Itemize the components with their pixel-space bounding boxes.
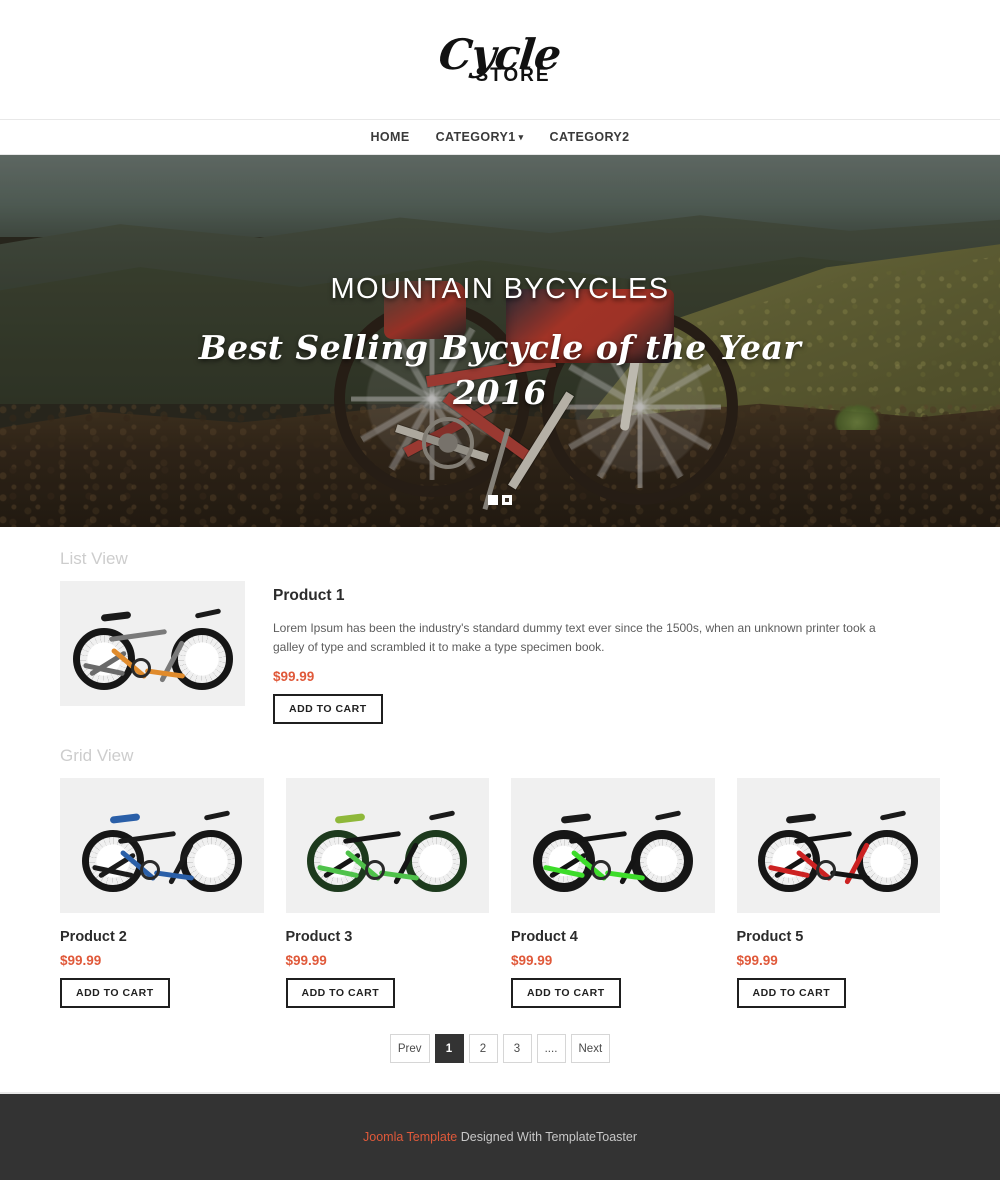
wheel-front-icon (170, 627, 233, 690)
handlebar-icon (194, 607, 221, 619)
pagination-next-button[interactable]: Next (570, 1034, 611, 1064)
product-4-title: Product 4 (511, 929, 578, 946)
crankset-icon (139, 859, 160, 880)
saddle-icon (100, 610, 131, 622)
site-footer: Joomla Template Designed With TemplateTo… (0, 1092, 1000, 1180)
saddle-icon (560, 813, 592, 824)
product-4-price: $99.99 (511, 953, 553, 969)
handlebar-icon (654, 810, 681, 821)
product-2-image[interactable] (60, 778, 264, 914)
saddle-icon (785, 813, 817, 824)
pagination-page-2[interactable]: 2 (468, 1034, 498, 1064)
hero-slide-indicator-2[interactable] (502, 495, 512, 505)
wheel-front-icon (405, 829, 468, 892)
bicycle-graphic-product-1 (71, 596, 235, 692)
nav-item-home-label: HOME (370, 130, 410, 144)
product-1-image[interactable] (60, 581, 245, 706)
pagination-page-3[interactable]: 3 (502, 1034, 532, 1064)
product-5-image[interactable] (736, 778, 940, 914)
crankset-icon (130, 657, 151, 678)
nav-item-home[interactable]: HOME (370, 130, 409, 144)
pagination-page-1[interactable]: 1 (434, 1034, 464, 1064)
bicycle-graphic-product-3 (305, 798, 469, 894)
product-3-title: Product 3 (285, 929, 353, 946)
product-1-description: Lorem Ipsum has been the industry's stan… (273, 621, 876, 655)
product-3-add-to-cart-button[interactable]: ADD TO CART (285, 978, 396, 1009)
saddle-icon (334, 813, 366, 824)
product-card-3: Product 3 $99.99 ADD TO CART (285, 778, 489, 1009)
product-card-4: Product 4 $99.99 ADD TO CART (511, 778, 715, 1009)
nav-item-category1[interactable]: CATEGORY1 ▾ (436, 130, 524, 144)
product-5-price: $99.99 (736, 953, 778, 969)
hero-slide-indicator-1[interactable] (488, 495, 498, 505)
hero-slider[interactable]: MOUNTAIN BYCYCLES Best Selling Bycycle o… (0, 155, 1000, 527)
handlebar-icon (203, 810, 230, 821)
grid-view-label: Grid View (60, 746, 134, 766)
list-view-product-row: Product 1 Lorem Ipsum has been the indus… (60, 581, 940, 725)
product-2-title: Product 2 (60, 929, 127, 946)
wheel-front-icon (630, 829, 693, 892)
product-1-title: Product 1 (273, 587, 345, 604)
nav-item-category2[interactable]: CATEGORY2 (550, 130, 630, 144)
product-card-2: Product 2 $99.99 ADD TO CART (60, 778, 264, 1009)
hero-title: MOUNTAIN BYCYCLES (330, 273, 670, 305)
product-2-price: $99.99 (60, 953, 102, 969)
bicycle-graphic-product-4 (531, 798, 695, 894)
wheel-front-icon (179, 829, 242, 892)
product-3-price: $99.99 (285, 953, 327, 969)
product-1-price: $99.99 (273, 669, 315, 685)
footer-credit: Joomla Template Designed With TemplateTo… (363, 1130, 637, 1144)
pagination: Prev 1 2 3 .... Next (60, 1008, 940, 1099)
product-5-title: Product 5 (736, 929, 804, 946)
product-card-5: Product 5 $99.99 ADD TO CART (736, 778, 940, 1009)
nav-item-category1-label: CATEGORY1 (435, 130, 516, 144)
bicycle-graphic-product-5 (756, 798, 920, 894)
wheel-front-icon (856, 829, 919, 892)
hero-subtitle-line1: Best Selling Bycycle of the Year (198, 328, 802, 367)
site-logo[interactable]: Cycle STORE (436, 30, 564, 85)
grid-view-product-row: Product 2 $99.99 ADD TO CART Product 3 $… (60, 778, 940, 1009)
footer-credit-text: Designed With TemplateToaster (457, 1130, 637, 1144)
crankset-icon (816, 859, 837, 880)
bicycle-graphic-product-2 (80, 798, 244, 894)
hero-subtitle: Best Selling Bycycle of the Year 2016 (0, 326, 1000, 415)
hero-subtitle-line2: 2016 (453, 372, 547, 412)
main-navigation: HOME CATEGORY1 ▾ CATEGORY2 (0, 120, 1000, 155)
chevron-down-icon: ▾ (518, 131, 524, 142)
site-header: Cycle STORE (0, 0, 1000, 120)
footer-joomla-template-link[interactable]: Joomla Template (363, 1130, 457, 1144)
pagination-ellipsis[interactable]: .... (536, 1034, 566, 1064)
hero-slider-indicators (0, 495, 1000, 505)
product-4-image[interactable] (511, 778, 715, 914)
list-view-label: List View (60, 549, 128, 568)
product-4-add-to-cart-button[interactable]: ADD TO CART (511, 978, 621, 1009)
product-3-image[interactable] (285, 778, 489, 914)
main-content: List View Product 1 Lorem Ipsum has been… (0, 527, 1000, 1100)
pagination-prev-button[interactable]: Prev (389, 1034, 430, 1064)
nav-item-category2-label: CATEGORY2 (549, 130, 630, 144)
saddle-icon (109, 813, 141, 824)
product-1-add-to-cart-button[interactable]: ADD TO CART (273, 694, 383, 725)
hero-caption: MOUNTAIN BYCYCLES Best Selling Bycycle o… (0, 273, 1000, 415)
product-1-info: Product 1 Lorem Ipsum has been the indus… (273, 581, 940, 725)
product-2-add-to-cart-button[interactable]: ADD TO CART (60, 978, 170, 1009)
product-5-add-to-cart-button[interactable]: ADD TO CART (736, 978, 847, 1009)
handlebar-icon (880, 810, 907, 821)
crankset-icon (590, 859, 611, 880)
handlebar-icon (429, 810, 456, 821)
logo-script-text: Cycle (436, 30, 564, 79)
crankset-icon (365, 859, 386, 880)
